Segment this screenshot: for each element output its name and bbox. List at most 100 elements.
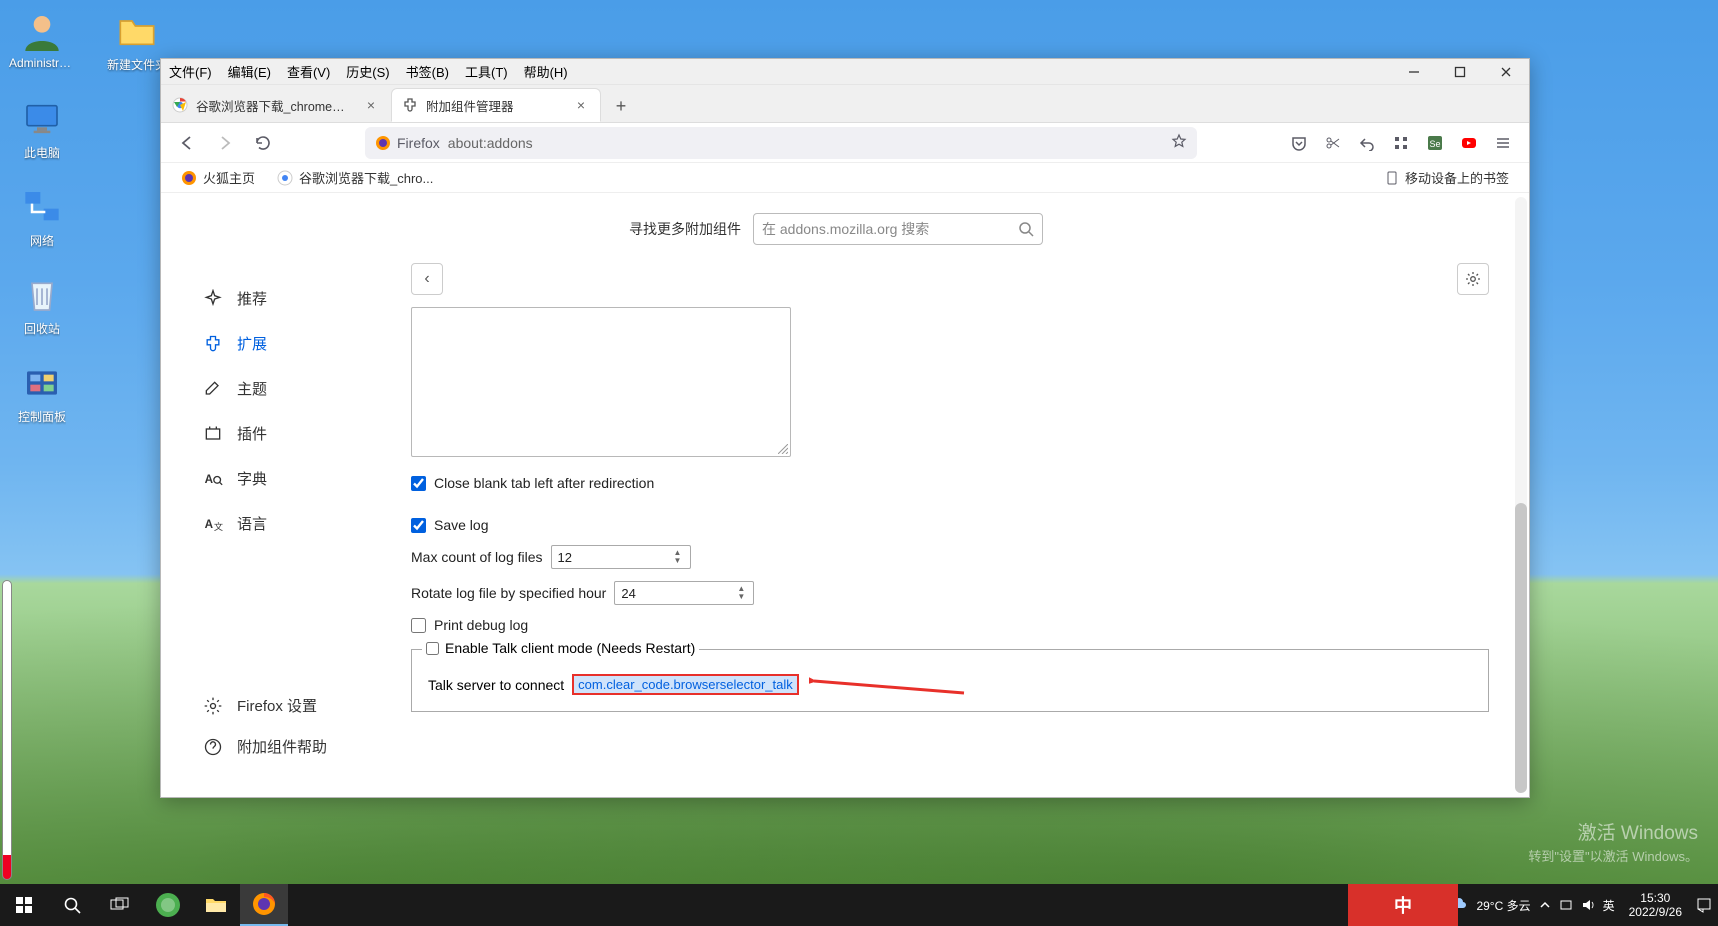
desktop-icon-administrator[interactable]: Administra... [12, 10, 72, 73]
desktop-icon-new-folder[interactable]: 新建文件夹 [107, 10, 167, 73]
tab-close-button[interactable]: × [572, 96, 590, 114]
chrome-icon [172, 97, 188, 113]
firefox-window: 文件(F) 编辑(E) 查看(V) 历史(S) 书签(B) 工具(T) 帮助(H… [160, 58, 1530, 798]
gear-icon [1465, 271, 1481, 287]
sparkle-icon [203, 289, 223, 309]
notifications-icon[interactable] [1696, 897, 1712, 913]
desktop-icon-this-pc[interactable]: 此电脑 [12, 98, 72, 161]
options-textarea[interactable] [411, 307, 791, 457]
extension-scissors-icon[interactable] [1317, 127, 1349, 159]
menu-history[interactable]: 历史(S) [338, 59, 397, 84]
sidebar-firefox-settings[interactable]: Firefox 设置 [189, 685, 411, 726]
chevron-up-icon[interactable] [1539, 899, 1551, 911]
addons-page: 寻找更多附加组件 在 addons.mozilla.org 搜索 推荐 扩展 主… [161, 193, 1529, 797]
plugin-icon [203, 424, 223, 444]
menu-edit[interactable]: 编辑(E) [220, 59, 279, 84]
firefox-icon [181, 170, 197, 186]
window-minimize-button[interactable] [1391, 59, 1437, 84]
chrome-icon [277, 170, 293, 186]
taskbar-firefox[interactable] [240, 884, 288, 926]
rotate-log-label: Rotate log file by specified hour [411, 585, 606, 601]
sidebar-themes[interactable]: 主题 [189, 368, 411, 409]
menubar: 文件(F) 编辑(E) 查看(V) 历史(S) 书签(B) 工具(T) 帮助(H… [161, 59, 1529, 85]
sidebar-plugins[interactable]: 插件 [189, 413, 411, 454]
extension-undo-icon[interactable] [1351, 127, 1383, 159]
talk-mode-label: Enable Talk client mode (Needs Restart) [445, 640, 695, 656]
menu-bookmarks[interactable]: 书签(B) [398, 59, 457, 84]
tab-addons-manager[interactable]: 附加组件管理器 × [391, 88, 601, 122]
menu-tools[interactable]: 工具(T) [457, 59, 516, 84]
ime-indicator-tile[interactable]: 中 [1348, 884, 1458, 926]
print-debug-label: Print debug log [434, 617, 528, 633]
bookmark-chrome-download[interactable]: 谷歌浏览器下载_chro... [271, 165, 439, 190]
tab-label: 谷歌浏览器下载_chrome浏览器 [196, 96, 354, 115]
bookmark-firefox-home[interactable]: 火狐主页 [175, 165, 261, 190]
menu-help[interactable]: 帮助(H) [516, 59, 576, 84]
url-text: about:addons [448, 135, 1163, 151]
max-log-input[interactable]: 12 ▲▼ [551, 545, 691, 569]
volume-icon[interactable] [1581, 898, 1595, 912]
firefox-icon [375, 135, 391, 151]
desktop-icon-recycle-bin[interactable]: 回收站 [12, 274, 72, 337]
url-bar[interactable]: Firefox about:addons [365, 127, 1197, 159]
detail-settings-button[interactable] [1457, 263, 1489, 295]
tab-bar: 谷歌浏览器下载_chrome浏览器 × 附加组件管理器 × + [161, 85, 1529, 123]
talk-server-label: Talk server to connect [428, 677, 564, 693]
taskbar-file-explorer[interactable] [192, 884, 240, 926]
save-log-checkbox[interactable] [411, 518, 426, 533]
weather-widget[interactable]: 29°C 多云 [1476, 897, 1530, 914]
new-tab-button[interactable]: + [605, 90, 637, 122]
window-maximize-button[interactable] [1437, 59, 1483, 84]
task-view-button[interactable] [96, 884, 144, 926]
svg-text:文: 文 [214, 520, 223, 531]
print-debug-checkbox[interactable] [411, 618, 426, 633]
extension-se-icon[interactable]: Se [1419, 127, 1451, 159]
sidebar-languages[interactable]: A文 语言 [189, 503, 411, 544]
window-close-button[interactable] [1483, 59, 1529, 84]
taskbar-app-green[interactable] [144, 884, 192, 926]
language-icon: A文 [203, 514, 223, 534]
save-log-label: Save log [434, 517, 488, 533]
start-button[interactable] [0, 884, 48, 926]
sidebar-addon-help[interactable]: 附加组件帮助 [189, 726, 411, 767]
desktop-icon-network[interactable]: 网络 [12, 186, 72, 249]
back-button[interactable] [171, 127, 203, 159]
desktop-icon-control-panel[interactable]: 控制面板 [12, 362, 72, 425]
save-to-pocket-button[interactable] [1283, 127, 1315, 159]
search-button[interactable] [48, 884, 96, 926]
tab-close-button[interactable]: × [362, 96, 380, 114]
dictionary-icon: A [203, 469, 223, 489]
network-tray-icon[interactable] [1559, 898, 1573, 912]
ime-language[interactable]: 英 [1603, 897, 1615, 914]
extension-grid-icon[interactable] [1385, 127, 1417, 159]
taskbar-clock[interactable]: 15:30 2022/9/26 [1623, 891, 1688, 920]
extension-youtube-icon[interactable] [1453, 127, 1485, 159]
app-menu-button[interactable] [1487, 127, 1519, 159]
close-blank-tab-checkbox[interactable] [411, 476, 426, 491]
annotation-arrow-icon [809, 675, 969, 695]
sidebar-dictionaries[interactable]: A 字典 [189, 458, 411, 499]
taskbar: 中 29°C 多云 英 15:30 2022/9/26 [0, 884, 1718, 926]
reload-button[interactable] [247, 127, 279, 159]
sidebar-recommendations[interactable]: 推荐 [189, 278, 411, 319]
tab-chrome-download[interactable]: 谷歌浏览器下载_chrome浏览器 × [161, 88, 391, 122]
talk-client-fieldset: Enable Talk client mode (Needs Restart) … [411, 649, 1489, 712]
close-blank-tab-label: Close blank tab left after redirection [434, 475, 654, 491]
menu-view[interactable]: 查看(V) [279, 59, 338, 84]
menu-file[interactable]: 文件(F) [161, 59, 220, 84]
svg-text:Se: Se [1429, 139, 1440, 149]
site-identity[interactable]: Firefox [375, 135, 440, 151]
addon-icon [402, 97, 418, 113]
sidebar-extensions[interactable]: 扩展 [189, 323, 411, 364]
talk-server-input[interactable]: com.clear_code.browserselector_talk [572, 674, 799, 695]
rotate-log-input[interactable]: 24 ▲▼ [614, 581, 754, 605]
bookmark-mobile[interactable]: 移动设备上的书签 [1379, 165, 1515, 190]
spinner-icon[interactable]: ▲▼ [674, 548, 688, 566]
talk-mode-checkbox[interactable] [426, 642, 439, 655]
detail-back-button[interactable]: ‹ [411, 263, 443, 295]
bookmark-star-button[interactable] [1171, 133, 1187, 152]
spinner-icon[interactable]: ▲▼ [737, 584, 751, 602]
help-icon [203, 737, 223, 757]
forward-button[interactable] [209, 127, 241, 159]
toolbar: Firefox about:addons Se [161, 123, 1529, 163]
